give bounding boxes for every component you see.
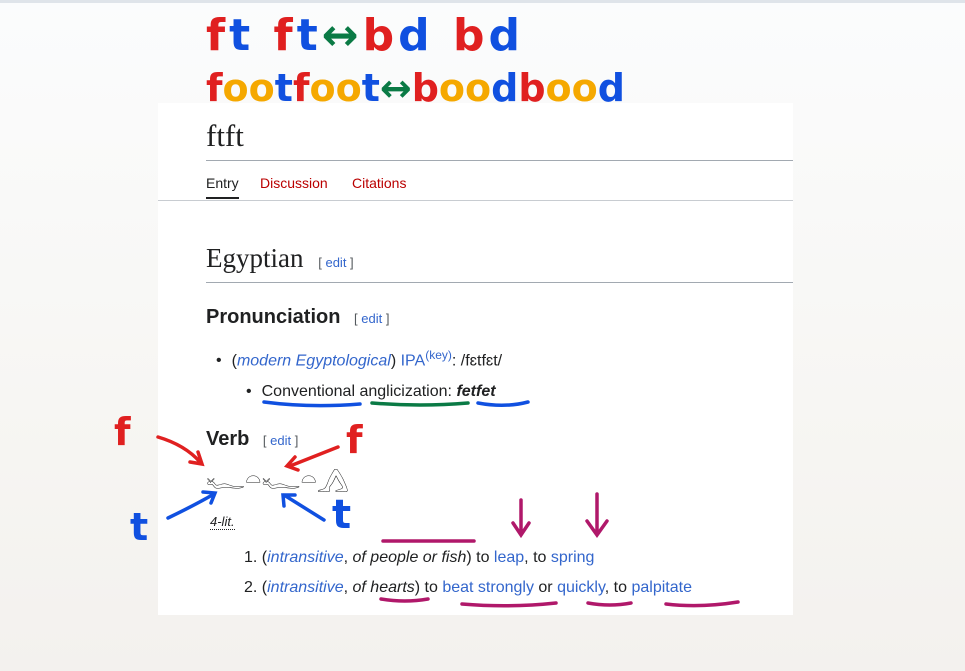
ann-f: f (206, 66, 223, 110)
leap-link[interactable]: leap (494, 549, 524, 566)
text: , to (604, 579, 632, 596)
ipa-text: : /fɛtfɛt/ (451, 352, 503, 370)
ann-t: t (274, 66, 293, 110)
colon: : (447, 383, 452, 400)
text: , (343, 579, 353, 596)
language-heading: Egyptian [ edit ] (206, 243, 354, 273)
ann-d: d (488, 10, 524, 61)
ann-oo: oo (438, 66, 492, 110)
verb-class: 4-lit. (210, 514, 235, 530)
ann-arrow: ↔ (379, 66, 412, 110)
def-number: 2. (244, 579, 258, 596)
annotation-t-left: t (130, 505, 149, 549)
pronunciation-heading-text: Pronunciation (206, 306, 341, 328)
ann-d: d (491, 66, 519, 110)
qualifier: of people or fish (352, 549, 467, 566)
edit-link[interactable]: edit (270, 433, 291, 448)
ann-oo: oo (545, 66, 598, 110)
ann-oo: oo (222, 66, 275, 110)
ann-b: b (362, 10, 399, 61)
key-link[interactable]: (key) (425, 348, 452, 362)
ipa-item: (modern Egyptological) IPA(key): /fɛtfɛt… (216, 348, 503, 370)
ann-t: t (296, 10, 322, 61)
conventional-label: Conventional (261, 383, 356, 400)
ann-b: b (518, 66, 546, 110)
tab-entry[interactable]: Entry (206, 175, 239, 199)
quickly-link[interactable]: quickly (557, 579, 605, 596)
ipa-link[interactable]: IPA (401, 352, 426, 369)
intransitive-link[interactable]: intransitive (267, 549, 343, 566)
verb-heading: Verb [ edit ] (206, 428, 299, 450)
pronunciation-heading: Pronunciation [ edit ] (206, 306, 390, 328)
qualifier: of (352, 579, 371, 596)
palpitate-link[interactable]: palpitate (631, 579, 692, 596)
annotation-f-right: f (346, 418, 363, 462)
beat-strongly-link[interactable]: beat strongly (442, 579, 534, 596)
anglicization-item: Conventional anglicization: fetfet (246, 383, 496, 401)
annotation-t-right: t (332, 492, 352, 538)
definition-1: 1. (intransitive, of people or fish) to … (244, 549, 594, 567)
browser-top-border (0, 0, 965, 3)
tabs-divider (158, 200, 793, 201)
annotation-f-left: f (114, 410, 131, 454)
qualifier-link[interactable]: modern Egyptological (237, 352, 391, 369)
ann-f: f (273, 10, 297, 61)
ann-b: b (452, 10, 489, 61)
def-number: 1. (244, 549, 258, 566)
ann-d: d (398, 10, 434, 61)
edit-link[interactable]: edit (325, 255, 346, 270)
edit-link[interactable]: edit (361, 311, 382, 326)
anglicization-value: fetfet (456, 383, 496, 400)
divider (206, 282, 793, 283)
text: or (533, 579, 558, 596)
annotation-row2: footfoot↔boodbood (206, 66, 625, 110)
text: ) to (466, 549, 494, 566)
ann-f: f (206, 10, 230, 61)
definition-2: 2. (intransitive, of hearts) to beat str… (244, 579, 692, 597)
ann-arrow: ↔ (321, 10, 363, 61)
page-title: ftft (206, 118, 244, 153)
ann-d: d (597, 66, 625, 110)
text: , (343, 549, 353, 566)
ann-b: b (411, 66, 439, 110)
annotation-row1: ft ft↔bd bd (206, 10, 524, 61)
qualifier-hearts: hearts (370, 579, 415, 596)
spring-link[interactable]: spring (551, 549, 595, 566)
anglicization-label: anglicization (359, 383, 448, 400)
ann-f: f (292, 66, 310, 110)
divider (206, 160, 793, 161)
tab-discussion[interactable]: Discussion (260, 175, 328, 191)
ann-t: t (229, 10, 255, 61)
tab-citations[interactable]: Citations (352, 175, 406, 191)
verb-heading-text: Verb (206, 428, 250, 450)
ann-t: t (361, 66, 380, 110)
text: ) to (414, 579, 443, 596)
text: , to (524, 549, 551, 566)
intransitive-link[interactable]: intransitive (267, 579, 343, 596)
hieroglyphs: 𓆑𓏏𓆑𓏏𓂻 (206, 464, 350, 494)
ann-oo: oo (309, 66, 362, 110)
language-heading-text: Egyptian (206, 243, 304, 273)
